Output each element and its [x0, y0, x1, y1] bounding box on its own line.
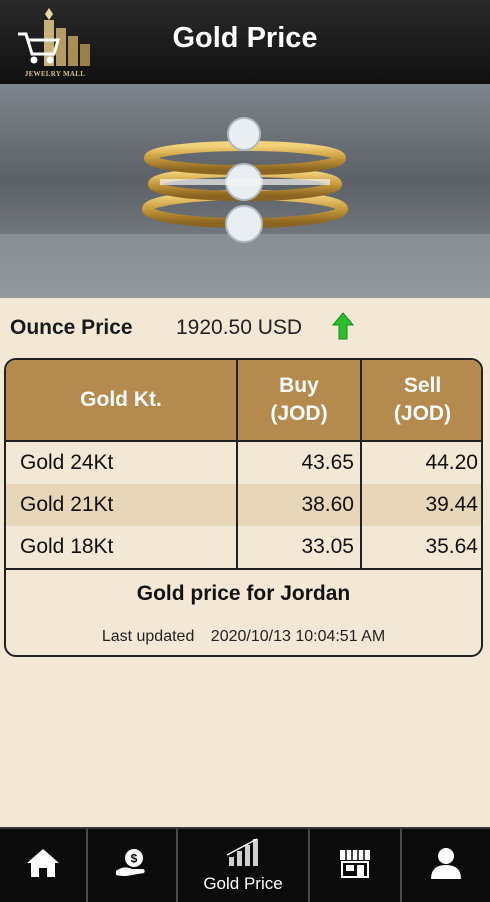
country-note: Gold price for Jordan	[136, 582, 351, 605]
header-sell: Sell (JOD)	[393, 374, 452, 425]
table-header: Gold Kt. Buy (JOD) Sell (JOD)	[6, 360, 481, 442]
column-divider	[360, 360, 362, 570]
last-updated-label: Last updated	[101, 628, 195, 645]
bottom-nav: $ Gold Price	[0, 827, 490, 902]
ounce-price-value: 1920.50 USD	[176, 316, 303, 339]
table-row: Gold 21Kt 38.60 39.44	[6, 484, 481, 526]
row-karat: Gold 21Kt	[20, 493, 114, 516]
nav-store[interactable]	[310, 829, 400, 902]
row-karat: Gold 24Kt	[20, 451, 114, 474]
money-hand-icon: $	[114, 847, 150, 884]
bar-chart-icon	[225, 837, 261, 872]
table-divider	[6, 568, 481, 570]
row-buy-price: 38.60	[301, 493, 354, 516]
row-buy-price: 43.65	[301, 451, 354, 474]
app-header: JEWELRY MALL Gold Price	[0, 0, 490, 84]
last-updated-value: 2020/10/13 10:04:51 AM	[210, 628, 386, 645]
header-gold-kt: Gold Kt.	[80, 388, 162, 411]
table-row: Gold 24Kt 43.65 44.20	[6, 442, 481, 484]
rings-hero-image	[0, 84, 490, 298]
row-sell-price: 44.20	[425, 451, 478, 474]
nav-exchange[interactable]: $	[88, 829, 176, 902]
logo-text: JEWELRY MALL	[24, 70, 86, 78]
header-buy: Buy (JOD)	[270, 374, 328, 425]
nav-home[interactable]	[0, 829, 86, 902]
nav-gold-price-label: Gold Price	[203, 874, 283, 893]
trend-up-icon	[331, 312, 355, 345]
store-icon	[337, 847, 373, 884]
row-sell-price: 35.64	[425, 535, 478, 558]
column-divider	[236, 360, 238, 570]
last-updated: Last updated 2020/10/13 10:04:51 AM	[6, 628, 481, 646]
user-icon	[429, 847, 463, 884]
nav-profile[interactable]	[402, 829, 490, 902]
ounce-price-row: Ounce Price 1920.50 USD	[0, 298, 490, 356]
table-row: Gold 18Kt 33.05 35.64	[6, 526, 481, 568]
home-icon	[26, 847, 60, 884]
row-sell-price: 39.44	[425, 493, 478, 516]
row-karat: Gold 18Kt	[20, 535, 114, 558]
ounce-price-label: Ounce Price	[10, 316, 133, 339]
svg-text:$: $	[131, 852, 138, 866]
nav-gold-price[interactable]: Gold Price	[178, 829, 308, 902]
page-title: Gold Price	[172, 22, 318, 54]
gold-price-table: Gold Kt. Buy (JOD) Sell (JOD) Gold 24Kt 43…	[4, 358, 483, 657]
row-buy-price: 33.05	[301, 535, 354, 558]
